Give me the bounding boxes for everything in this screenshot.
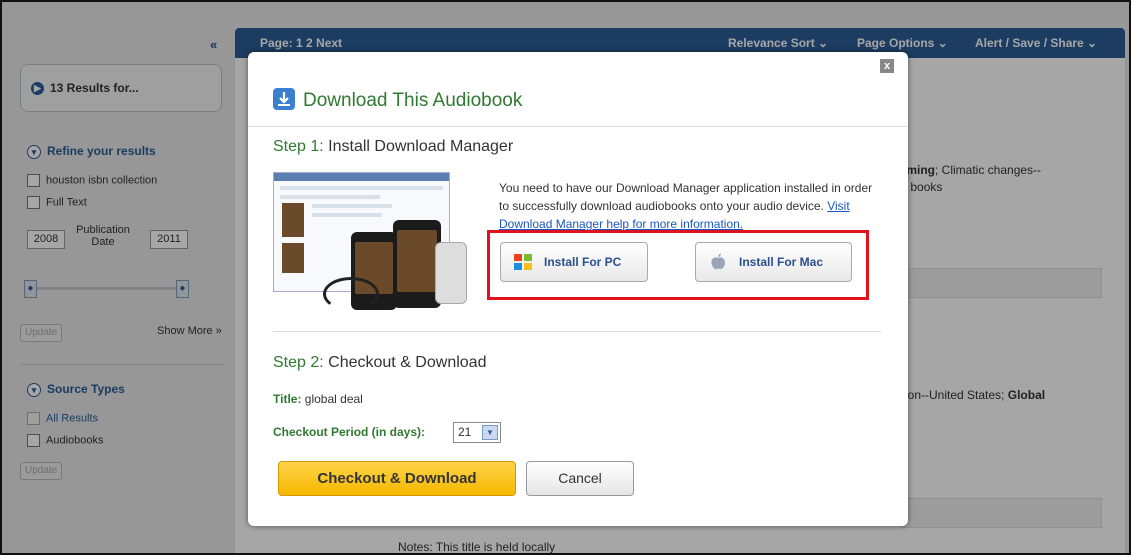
earphones bbox=[323, 277, 379, 311]
apple-icon bbox=[708, 252, 728, 272]
browser-frame: « ▶ 13 Results for... ▾ Refine your result… bbox=[0, 0, 1131, 555]
step1-number: Step 1: bbox=[273, 138, 324, 155]
dialog-title: Download This Audiobook bbox=[303, 90, 523, 111]
audio-device bbox=[435, 242, 467, 304]
title-key: Title: bbox=[273, 392, 302, 406]
install-mac-label: Install For Mac bbox=[739, 255, 824, 269]
windows-icon bbox=[513, 252, 533, 272]
period-value: 21 bbox=[458, 425, 472, 439]
download-icon bbox=[273, 88, 295, 110]
chevron-down-icon[interactable]: ▼ bbox=[482, 425, 498, 440]
step1-text: Install Download Manager bbox=[323, 138, 514, 155]
step1-heading: Step 1: Install Download Manager bbox=[273, 138, 513, 156]
step2-text: Checkout & Download bbox=[323, 354, 487, 371]
close-icon[interactable]: x bbox=[880, 59, 894, 73]
period-key: Checkout Period (in days): bbox=[273, 425, 426, 439]
download-manager-illustration bbox=[273, 172, 488, 327]
checkout-period-label: Checkout Period (in days): bbox=[273, 425, 425, 439]
install-for-mac-button[interactable]: Install For Mac bbox=[695, 242, 852, 282]
audio-device bbox=[393, 220, 441, 308]
step2-heading: Step 2: Checkout & Download bbox=[273, 354, 486, 372]
step1-description: You need to have our Download Manager ap… bbox=[499, 179, 884, 233]
title-value: global deal bbox=[301, 392, 363, 406]
step2-number: Step 2: bbox=[273, 354, 324, 371]
title-field: Title: global deal bbox=[273, 392, 363, 406]
install-for-pc-button[interactable]: Install For PC bbox=[500, 242, 648, 282]
install-pc-label: Install For PC bbox=[544, 255, 622, 269]
divider bbox=[248, 126, 908, 127]
checkout-period-select[interactable]: 21 ▼ bbox=[453, 422, 501, 443]
checkout-download-button[interactable]: Checkout & Download bbox=[278, 461, 516, 496]
cancel-button[interactable]: Cancel bbox=[526, 461, 634, 496]
divider bbox=[273, 331, 881, 332]
description-text: You need to have our Download Manager ap… bbox=[499, 181, 873, 213]
download-audiobook-dialog: x Download This Audiobook Step 1: Instal… bbox=[248, 52, 908, 526]
